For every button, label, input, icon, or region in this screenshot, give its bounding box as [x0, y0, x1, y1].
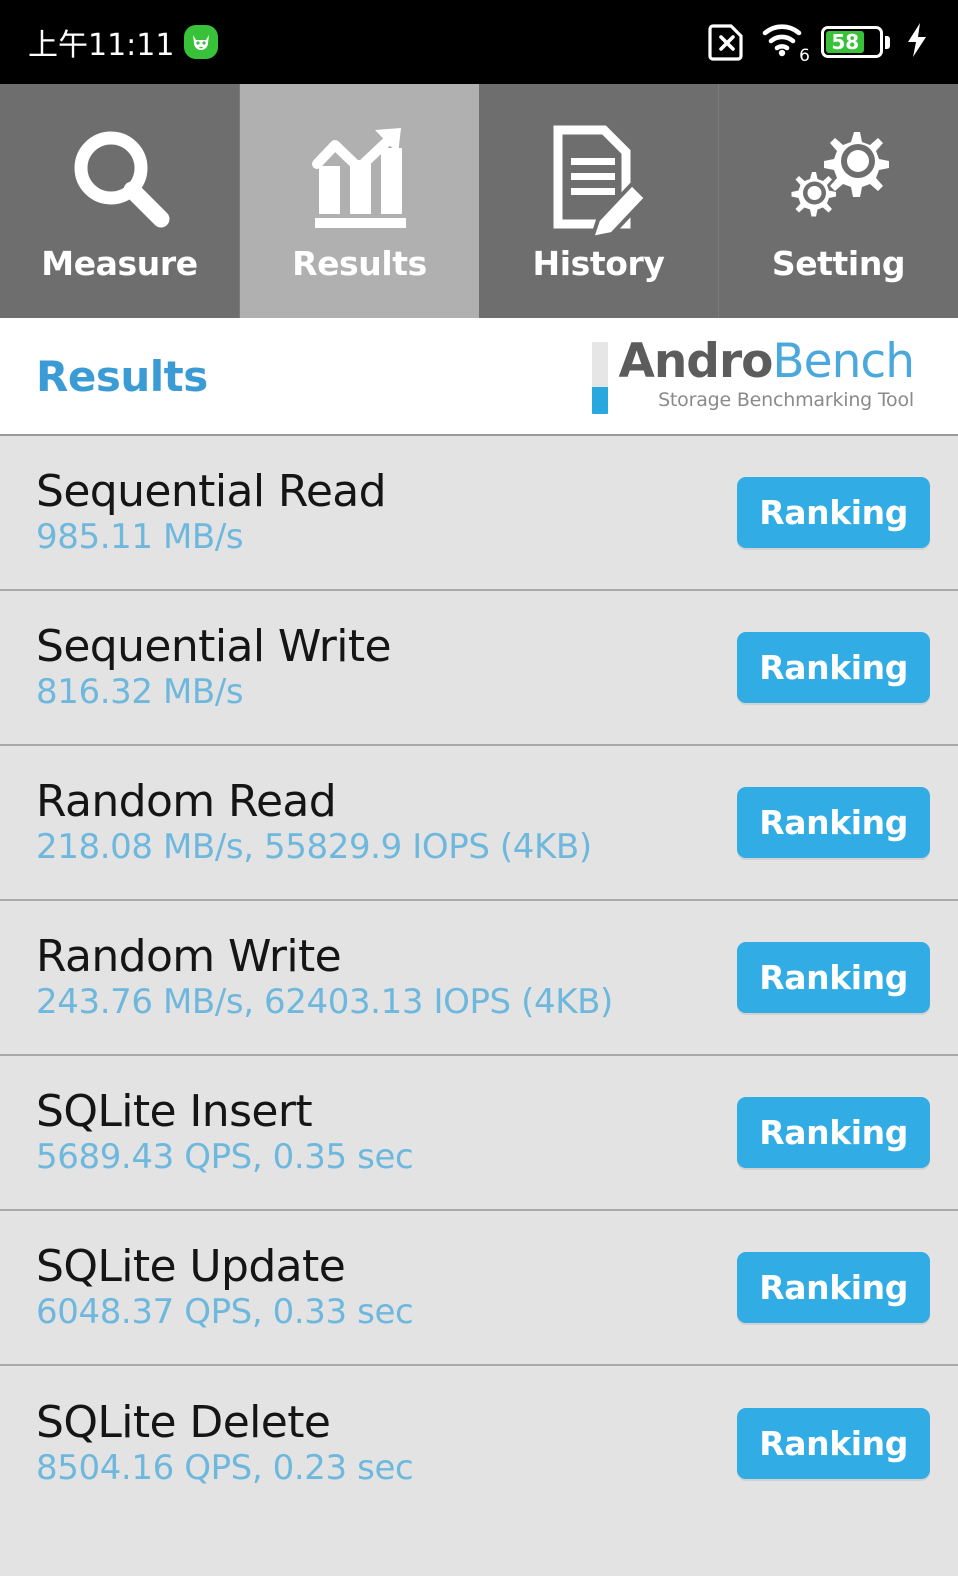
result-title: SQLite Delete: [36, 1396, 331, 1448]
logo-text: AndroBench Storage Benchmarking Tool: [618, 338, 915, 411]
result-value: 816.32 MB/s: [36, 671, 244, 712]
result-title: Sequential Write: [36, 620, 392, 672]
result-title: Random Write: [36, 930, 342, 982]
result-row-text: Random Write 243.76 MB/s, 62403.13 IOPS (…: [36, 930, 613, 1022]
tab-history-label: History: [532, 243, 665, 283]
ranking-button[interactable]: Ranking: [737, 477, 930, 548]
result-title: Random Read: [36, 775, 337, 827]
result-row: Sequential Read 985.11 MB/s Ranking: [0, 436, 958, 591]
result-value: 8504.16 QPS, 0.23 sec: [36, 1447, 414, 1488]
logo-tagline: Storage Benchmarking Tool: [658, 389, 914, 411]
ranking-button[interactable]: Ranking: [737, 1408, 930, 1479]
result-row-text: SQLite Update 6048.37 QPS, 0.33 sec: [36, 1240, 414, 1332]
tab-measure-label: Measure: [41, 243, 198, 283]
tab-results[interactable]: Results: [240, 84, 479, 318]
status-bar-left: 上午11:11: [28, 20, 219, 64]
result-row-text: Sequential Write 816.32 MB/s: [36, 620, 392, 712]
sim-card-disabled-icon: [707, 18, 747, 66]
result-title: SQLite Insert: [36, 1085, 313, 1137]
page-title: Results: [36, 351, 208, 401]
ranking-button[interactable]: Ranking: [737, 1097, 930, 1168]
status-bar-clock: 上午11:11: [28, 28, 175, 63]
cat-face-icon: [184, 25, 219, 59]
magnifier-icon: [61, 120, 179, 238]
tab-setting-label: Setting: [771, 243, 906, 283]
tab-setting[interactable]: Setting: [719, 84, 958, 318]
logo-name: AndroBench: [618, 338, 915, 385]
gears-icon: [780, 120, 898, 238]
ranking-button[interactable]: Ranking: [737, 787, 930, 858]
result-value: 985.11 MB/s: [36, 516, 244, 557]
result-row: SQLite Update 6048.37 QPS, 0.33 sec Rankin…: [0, 1211, 958, 1366]
logo-name-andro: Andro: [618, 334, 773, 389]
androbench-results-screen: 上午11:11 6 58 Measure Results History Set…: [0, 0, 958, 1576]
logo-accent-bar: [592, 342, 609, 414]
result-title: Sequential Read: [36, 465, 387, 517]
document-pencil-icon: [540, 120, 658, 238]
result-title: SQLite Update: [36, 1240, 346, 1292]
result-row-text: SQLite Delete 8504.16 QPS, 0.23 sec: [36, 1396, 414, 1488]
results-list: Sequential Read 985.11 MB/s Ranking Sequent…: [0, 436, 958, 1521]
result-value: 6048.37 QPS, 0.33 sec: [36, 1291, 414, 1332]
status-bar-right: 6 58: [707, 18, 930, 66]
status-bar: 上午11:11 6 58: [0, 0, 958, 84]
ranking-button[interactable]: Ranking: [737, 1252, 930, 1323]
androbench-logo: AndroBench Storage Benchmarking Tool: [592, 338, 922, 414]
result-value: 5689.43 QPS, 0.35 sec: [36, 1136, 414, 1177]
page-header: Results AndroBench Storage Benchmarking …: [0, 318, 958, 436]
wifi-generation-label: 6: [799, 46, 810, 66]
tab-measure[interactable]: Measure: [0, 84, 240, 318]
wifi-6-icon: 6: [761, 20, 810, 66]
result-value: 218.08 MB/s, 55829.9 IOPS (4KB): [36, 826, 592, 867]
battery-level-label: 58: [831, 30, 860, 54]
result-row: Random Write 243.76 MB/s, 62403.13 IOPS (…: [0, 901, 958, 1056]
ranking-button[interactable]: Ranking: [737, 942, 930, 1013]
bar-chart-trend-icon: [301, 120, 419, 238]
result-row: Random Read 218.08 MB/s, 55829.9 IOPS (4K…: [0, 746, 958, 901]
result-row-text: Random Read 218.08 MB/s, 55829.9 IOPS (4K…: [36, 775, 592, 867]
battery-icon: 58: [821, 26, 890, 58]
main-tab-bar: Measure Results History Setting: [0, 84, 958, 318]
result-row-text: SQLite Insert 5689.43 QPS, 0.35 sec: [36, 1085, 414, 1177]
tab-history[interactable]: History: [479, 84, 719, 318]
lightning-bolt-icon: [904, 21, 930, 63]
result-row: SQLite Insert 5689.43 QPS, 0.35 sec Rankin…: [0, 1056, 958, 1211]
logo-name-bench: Bench: [772, 334, 915, 389]
ranking-button[interactable]: Ranking: [737, 632, 930, 703]
result-value: 243.76 MB/s, 62403.13 IOPS (4KB): [36, 981, 613, 1022]
tab-results-label: Results: [292, 243, 427, 283]
result-row-text: Sequential Read 985.11 MB/s: [36, 465, 387, 557]
result-row: SQLite Delete 8504.16 QPS, 0.23 sec Rankin…: [0, 1366, 958, 1521]
result-row: Sequential Write 816.32 MB/s Ranking: [0, 591, 958, 746]
